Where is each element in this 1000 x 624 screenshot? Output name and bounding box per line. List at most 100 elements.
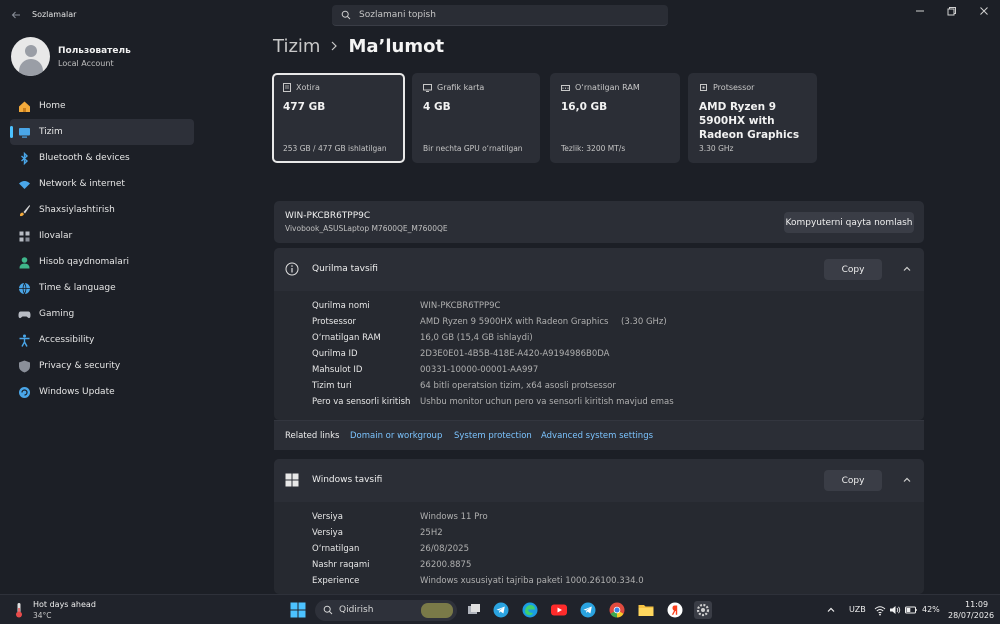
card-value: 4 GB — [423, 101, 451, 113]
telegram-desktop-icon[interactable] — [579, 601, 597, 619]
device-name: WIN-PKCBR6TPP9C — [285, 211, 371, 221]
table-row: Experience Windows xususiyati tajriba pa… — [312, 576, 644, 586]
maximize-button[interactable] — [936, 0, 968, 22]
chrome-icon[interactable] — [608, 601, 626, 619]
search-placeholder: Sozlamani topish — [359, 10, 436, 20]
page-title: Ma’lumot — [348, 36, 445, 57]
windows-spec-header[interactable]: Windows tavsifi Copy — [274, 459, 924, 502]
device-spec-rows: Qurilma nomi WIN-PKCBR6TPP9C Protsessor … — [274, 291, 924, 411]
table-row: O‘rnatilgan 26/08/2025 — [312, 544, 469, 554]
sidebar-item-personalization[interactable]: Shaxsiylashtirish — [10, 197, 194, 223]
telegram-icon[interactable] — [492, 601, 510, 619]
card-subtitle: 253 GB / 477 GB ishlatilgan — [283, 144, 387, 153]
globe-icon — [17, 281, 31, 295]
task-view-icon[interactable] — [465, 601, 483, 619]
search-icon — [341, 10, 351, 20]
breadcrumb-parent[interactable]: Tizim — [273, 36, 320, 57]
card-graphics[interactable]: Grafik karta 4 GB Bir nechta GPU o‘rnati… — [412, 73, 540, 163]
table-row: Pero va sensorli kiritish Ushbu monitor … — [312, 397, 674, 407]
device-model: Vivobook_ASUSLaptop M7600QE_M7600QE — [285, 224, 448, 233]
table-row: Tizim turi 64 bitli operatsion tizim, x6… — [312, 381, 616, 391]
table-row: Qurilma ID 2D3E0E01-4B5B-418E-A420-A9194… — [312, 349, 610, 359]
weather-title[interactable]: Hot days ahead — [33, 600, 96, 609]
card-value: AMD Ryzen 9 5900HX with Radeon Graphics — [699, 101, 800, 141]
system-protection-link[interactable]: System protection — [454, 431, 532, 441]
battery-percent: 42% — [922, 605, 940, 614]
battery-icon[interactable] — [905, 604, 917, 616]
yandex-browser-icon[interactable] — [666, 601, 684, 619]
wifi-icon[interactable] — [874, 604, 886, 616]
ram-icon — [561, 84, 570, 91]
card-title: O‘rnatilgan RAM — [575, 83, 640, 92]
rename-pc-button[interactable]: Kompyuterni qayta nomlash — [784, 212, 914, 233]
search-icon — [323, 605, 333, 615]
card-subtitle: Bir nechta GPU o‘rnatilgan — [423, 144, 523, 153]
windows-spec-section: Windows tavsifi Copy Versiya Windows 11 … — [274, 459, 924, 594]
shield-icon — [17, 359, 31, 373]
taskbar-search-text: Qidirish — [339, 605, 374, 615]
copy-windows-spec-button[interactable]: Copy — [824, 470, 882, 491]
card-processor[interactable]: Protsessor AMD Ryzen 9 5900HX with Radeo… — [688, 73, 817, 163]
sidebar-item-accessibility[interactable]: Accessibility — [10, 327, 194, 353]
sidebar-nav: Home Tizim Bluetooth & devices Network &… — [10, 93, 194, 405]
taskbar-search-input[interactable]: Qidirish — [315, 600, 457, 621]
table-row: Qurilma nomi WIN-PKCBR6TPP9C — [312, 301, 501, 311]
language-indicator[interactable]: UZB — [849, 605, 866, 614]
device-spec-section: Qurilma tavsifi Copy Qurilma nomi WIN-PK… — [274, 248, 924, 420]
system-icon — [17, 125, 31, 139]
table-row: Versiya Windows 11 Pro — [312, 512, 488, 522]
windows-spec-rows: Versiya Windows 11 Pro Versiya 25H2 O‘rn… — [274, 502, 924, 590]
info-icon — [285, 262, 299, 276]
table-row: Versiya 25H2 — [312, 528, 443, 538]
speaker-icon[interactable] — [889, 604, 901, 616]
profile-name: Пользователь — [58, 46, 131, 56]
card-subtitle: 3.30 GHz — [699, 144, 734, 153]
card-ram[interactable]: O‘rnatilgan RAM 16,0 GB Tezlik: 3200 MT/… — [550, 73, 680, 163]
sidebar-item-windows-update[interactable]: Windows Update — [10, 379, 194, 405]
wifi-icon — [17, 177, 31, 191]
home-icon — [17, 99, 31, 113]
back-arrow-icon[interactable] — [11, 10, 21, 20]
chevron-up-icon[interactable] — [902, 475, 912, 485]
clock-date[interactable]: 28/07/2026 — [948, 611, 994, 620]
related-links-bar: Related links Domain or workgroup System… — [274, 420, 924, 450]
sidebar-item-gaming[interactable]: Gaming — [10, 301, 194, 327]
avatar[interactable] — [11, 37, 50, 76]
sidebar-item-tizim[interactable]: Tizim — [10, 119, 194, 145]
sidebar-item-time-language[interactable]: Time & language — [10, 275, 194, 301]
clock-time[interactable]: 11:09 — [965, 600, 988, 609]
file-explorer-icon[interactable] — [637, 601, 655, 619]
search-highlight-image — [421, 603, 453, 618]
weather-temperature: 34°C — [33, 611, 52, 620]
bluetooth-icon — [17, 151, 31, 165]
sidebar-item-home[interactable]: Home — [10, 93, 194, 119]
sidebar-item-accounts[interactable]: Hisob qaydnomalari — [10, 249, 194, 275]
sidebar-item-bluetooth[interactable]: Bluetooth & devices — [10, 145, 194, 171]
title-bar: Sozlamalar Sozlamani topish — [0, 0, 1000, 32]
card-storage[interactable]: Xotira 477 GB 253 GB / 477 GB ishlatilga… — [272, 73, 405, 163]
sidebar-item-privacy[interactable]: Privacy & security — [10, 353, 194, 379]
brush-icon — [17, 203, 31, 217]
update-icon — [17, 385, 31, 399]
sidebar-item-network[interactable]: Network & internet — [10, 171, 194, 197]
youtube-icon[interactable] — [550, 601, 568, 619]
chevron-up-icon[interactable] — [902, 264, 912, 274]
gpu-icon — [423, 83, 432, 92]
close-button[interactable] — [968, 0, 1000, 22]
advanced-system-settings-link[interactable]: Advanced system settings — [541, 431, 653, 441]
domain-workgroup-link[interactable]: Domain or workgroup — [350, 431, 442, 441]
start-button-icon[interactable] — [290, 602, 306, 618]
thermometer-icon[interactable] — [13, 602, 25, 618]
breadcrumb: Tizim Ma’lumot — [273, 36, 444, 57]
settings-gear-icon[interactable] — [694, 601, 712, 619]
card-value: 477 GB — [283, 101, 326, 113]
edge-icon[interactable] — [521, 601, 539, 619]
minimize-button[interactable] — [904, 0, 936, 22]
sidebar-item-apps[interactable]: Ilovalar — [10, 223, 194, 249]
copy-device-spec-button[interactable]: Copy — [824, 259, 882, 280]
settings-search-input[interactable]: Sozlamani topish — [332, 5, 668, 26]
device-spec-header[interactable]: Qurilma tavsifi Copy — [274, 248, 924, 291]
accessibility-icon — [17, 333, 31, 347]
chevron-up-icon[interactable] — [826, 605, 836, 615]
taskbar: Hot days ahead 34°C Qidirish UZB 42% 11:… — [0, 594, 1000, 624]
